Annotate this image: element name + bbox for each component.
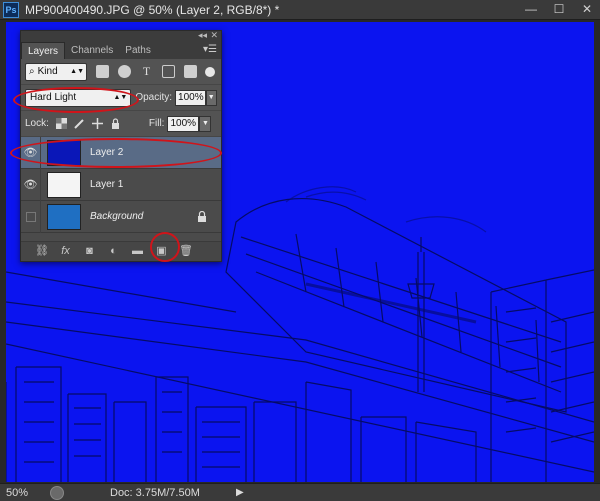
chevron-updown-icon: ▲▼ (113, 94, 128, 101)
close-panel-button[interactable]: ✕ (210, 30, 218, 41)
visibility-toggle[interactable]: 👁 (21, 168, 41, 201)
fill-label: Fill: (148, 118, 165, 129)
layers-panel-footer: ⛓ fx ◙ ◐ ▬ ▣ 🗑 (21, 241, 221, 261)
blend-row: Hard Light ▲▼ Opacity: 100% ▼ (21, 85, 221, 111)
layer-filter-row: ⌕ Kind ▲▼ T (21, 59, 221, 85)
chevron-updown-icon: ▲▼ (70, 68, 84, 75)
opacity-dropdown[interactable]: ▼ (205, 89, 217, 106)
layer-row-layer-2[interactable]: 👁 Layer 2 (21, 136, 221, 169)
search-icon: ⌕ (29, 66, 35, 77)
collapse-panel-button[interactable]: ◂◂ (198, 30, 207, 41)
tab-layers[interactable]: Layers (21, 42, 66, 59)
tab-channels[interactable]: Channels (65, 42, 119, 59)
panel-tabs: Layers Channels Paths ▾☰ (21, 41, 221, 59)
layer-row-background[interactable]: Background (21, 200, 221, 233)
photoshop-window: Ps MP900400490.JPG @ 50% (Layer 2, RGB/8… (0, 0, 600, 501)
lock-row: Lock: Fill: 100% ▼ (21, 111, 221, 137)
adjustment-filter-icon[interactable] (118, 65, 131, 78)
window-controls: — ☐ ✕ (524, 2, 594, 16)
eye-icon: 👁 (23, 147, 38, 159)
visibility-toggle[interactable] (21, 200, 41, 233)
lock-image-pixels-icon[interactable] (74, 118, 85, 129)
document-title: MP900400490.JPG @ 50% (Layer 2, RGB/8*) … (25, 2, 280, 17)
lock-all-icon[interactable] (110, 118, 121, 129)
type-filter-icon[interactable]: T (140, 65, 153, 78)
pixel-filter-icon[interactable] (96, 65, 109, 78)
lock-position-icon[interactable] (91, 118, 103, 129)
opacity-label: Opacity: (135, 92, 173, 103)
smart-object-filter-icon[interactable] (184, 65, 197, 78)
panel-header[interactable]: ◂◂ ✕ (21, 30, 221, 41)
layers-panel: ◂◂ ✕ Layers Channels Paths ▾☰ ⌕ Kind ▲▼ … (20, 30, 222, 262)
link-layers-icon[interactable]: ⛓ (35, 245, 49, 258)
adjustment-layer-icon[interactable]: ◐ (107, 245, 120, 258)
close-button[interactable]: ✕ (580, 2, 594, 16)
layer-thumbnail (47, 203, 81, 230)
document-size-info: Doc: 3.75M/7.50M (110, 486, 200, 499)
hidden-visibility-box (25, 211, 36, 222)
add-mask-icon[interactable]: ◙ (83, 245, 96, 258)
layers-list: 👁 Layer 2 👁 Layer 1 Background (21, 136, 221, 241)
new-group-icon[interactable]: ▬ (131, 245, 144, 258)
layer-name: Layer 1 (90, 179, 124, 190)
status-menu-arrow-icon[interactable]: ▶ (236, 487, 244, 498)
document-title-bar[interactable]: Ps MP900400490.JPG @ 50% (Layer 2, RGB/8… (0, 0, 600, 20)
layer-thumbnail (47, 139, 81, 166)
status-info-icon[interactable] (50, 485, 64, 500)
panel-menu-icon[interactable]: ▾☰ (203, 44, 217, 55)
layer-name: Layer 2 (90, 147, 124, 158)
visibility-toggle[interactable]: 👁 (21, 136, 41, 169)
filter-kind-select[interactable]: ⌕ Kind ▲▼ (25, 62, 87, 81)
lock-transparent-icon[interactable] (55, 118, 67, 129)
fill-dropdown[interactable]: ▼ (199, 115, 212, 132)
lock-icon (198, 211, 206, 222)
status-bar: 50% Doc: 3.75M/7.50M ▶ (0, 483, 600, 501)
tab-paths[interactable]: Paths (119, 42, 157, 59)
minimize-button[interactable]: — (524, 2, 538, 16)
trash-icon[interactable]: 🗑 (179, 245, 193, 258)
blend-mode-value: Hard Light (30, 92, 77, 103)
layer-name: Background (90, 211, 144, 222)
filter-toggle[interactable] (205, 66, 215, 77)
opacity-input[interactable]: 100% (175, 89, 206, 106)
zoom-level[interactable]: 50% (6, 487, 42, 499)
layer-thumbnail (47, 171, 81, 198)
photoshop-logo: Ps (3, 1, 19, 18)
filter-kind-label: Kind (37, 66, 58, 77)
fx-icon[interactable]: fx (59, 245, 72, 258)
fill-input[interactable]: 100% (167, 115, 200, 132)
eye-icon: 👁 (23, 179, 38, 191)
layer-row-layer-1[interactable]: 👁 Layer 1 (21, 168, 221, 201)
new-layer-icon[interactable]: ▣ (155, 245, 168, 258)
maximize-button[interactable]: ☐ (552, 2, 566, 16)
blend-mode-select[interactable]: Hard Light ▲▼ (25, 88, 132, 107)
shape-filter-icon[interactable] (162, 65, 175, 78)
lock-label: Lock: (25, 118, 49, 129)
